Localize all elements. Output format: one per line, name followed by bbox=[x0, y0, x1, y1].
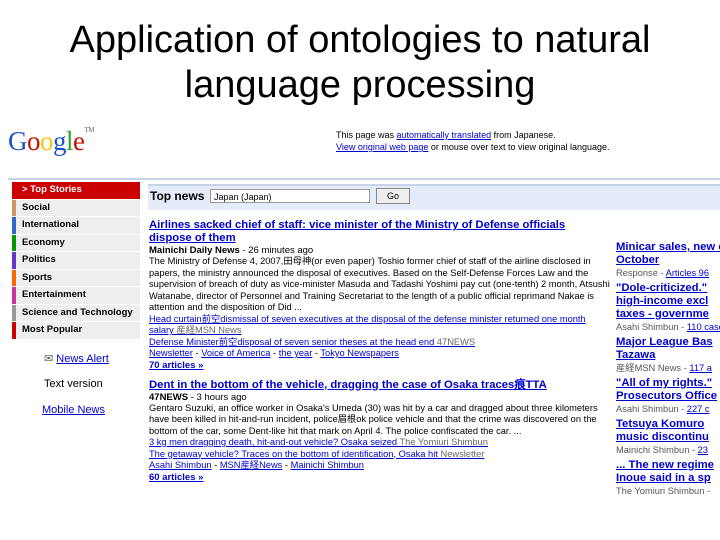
side-source: The Yomiuri Shimbun - bbox=[616, 486, 711, 496]
translation-notice: This page was automatically translated f… bbox=[336, 129, 666, 153]
related-outlet: Newsletter bbox=[437, 448, 485, 459]
google-logo[interactable]: GoogleTM bbox=[8, 126, 94, 157]
source-link[interactable]: Tokyo Newspapers bbox=[320, 348, 399, 358]
article-count-link[interactable]: 60 articles » bbox=[149, 472, 611, 483]
notice-prefix: This page was bbox=[336, 130, 397, 140]
side-headline[interactable]: ... The new regime Inoue said in a sp bbox=[616, 459, 720, 485]
side-source: Asahi Shimbun - bbox=[616, 322, 687, 332]
sidebar-item-international[interactable]: International bbox=[12, 217, 140, 234]
more-sources: Newsletter - Voice of America - the year… bbox=[149, 348, 399, 358]
notice-suffix: from Japanese. bbox=[491, 130, 556, 140]
story-source[interactable]: 47NEWS bbox=[149, 392, 188, 403]
source-link[interactable]: Newsletter bbox=[149, 348, 193, 358]
top-news-bar: Top news Japan (Japan) Go bbox=[148, 184, 720, 210]
related-link[interactable]: 3 kg men dragging death, hit-and-out veh… bbox=[149, 437, 397, 447]
side-headline[interactable]: Major League Bas Tazawa bbox=[616, 336, 720, 362]
side-source: 産経MSN News - bbox=[616, 363, 690, 373]
news-alert-link[interactable]: ✉ News Alert bbox=[44, 352, 109, 365]
related-link[interactable]: Defense Minister前空disposal of seven seni… bbox=[149, 337, 434, 347]
sidebar-item-sports[interactable]: Sports bbox=[12, 269, 140, 286]
story-source[interactable]: Mainichi Daily News bbox=[149, 245, 240, 256]
view-original-link[interactable]: View original web page bbox=[336, 142, 428, 152]
source-link[interactable]: Asahi Shimbun bbox=[149, 460, 212, 470]
news-alert-label: News Alert bbox=[56, 353, 109, 365]
translated-news-screenshot: GoogleTM This page was automatically tra… bbox=[0, 124, 720, 540]
right-column: Minicar sales, new carOctober Response -… bbox=[616, 241, 720, 500]
side-source: Response - bbox=[616, 268, 666, 278]
side-story: "Dole-criticized." high-income excl taxes … bbox=[616, 282, 720, 333]
side-count-link[interactable]: 117 a bbox=[689, 363, 712, 373]
side-count-link[interactable]: 23 bbox=[698, 445, 708, 455]
sidebar-item-social[interactable]: Social bbox=[12, 199, 140, 216]
auto-translated-link[interactable]: automatically translated bbox=[397, 130, 492, 140]
related-outlet: The Yomiuri Shimbun bbox=[397, 437, 488, 447]
story-time: - 26 minutes ago bbox=[239, 245, 314, 256]
side-story: ... The new regime Inoue said in a sp The… bbox=[616, 459, 720, 497]
side-count-link[interactable]: 227 c bbox=[687, 404, 710, 414]
story-snippet: Gentaro Suzuki, an office worker in Osak… bbox=[149, 402, 598, 436]
section-nav: > Top Stories Social International Econo… bbox=[12, 182, 140, 340]
source-link[interactable]: the year bbox=[279, 348, 313, 358]
sidebar-item-top-stories[interactable]: > Top Stories bbox=[12, 182, 140, 199]
side-headline[interactable]: "All of my rights." Prosecutors Office bbox=[616, 377, 720, 403]
more-sources: Asahi Shimbun - MSN産経News - Mainichi Shi… bbox=[149, 460, 364, 470]
story-headline[interactable]: Airlines sacked chief of staff: vice min… bbox=[149, 219, 611, 245]
side-count-link[interactable]: 110 cases bbox=[687, 322, 720, 332]
related-link[interactable]: The getaway vehicle? Traces on the botto… bbox=[149, 449, 438, 459]
side-source: Asahi Shimbun - bbox=[616, 404, 687, 414]
source-link[interactable]: MSN産経News bbox=[220, 460, 283, 470]
side-story: Major League Bas Tazawa 産経MSN News - 117 … bbox=[616, 336, 720, 374]
envelope-icon: ✉ bbox=[44, 353, 54, 365]
slide-title: Application of ontologies to natural lan… bbox=[69, 19, 651, 106]
side-story: Tetsuya Komuro music discontinu Mainichi … bbox=[616, 418, 720, 456]
source-link[interactable]: Mainichi Shimbun bbox=[291, 460, 364, 470]
sidebar-item-most-popular[interactable]: Most Popular bbox=[12, 322, 140, 339]
story-snippet: The Ministry of Defense 4, 2007,田母神(or e… bbox=[149, 256, 610, 312]
text-version-link[interactable]: Text version bbox=[44, 378, 103, 390]
side-story: "All of my rights." Prosecutors Office As… bbox=[616, 377, 720, 415]
go-button[interactable]: Go bbox=[376, 188, 410, 204]
sidebar-item-economy[interactable]: Economy bbox=[12, 234, 140, 251]
side-count-link[interactable]: Articles 96 bbox=[666, 268, 709, 278]
side-headline[interactable]: Tetsuya Komuro music discontinu bbox=[616, 418, 720, 444]
sidebar-item-entertainment[interactable]: Entertainment bbox=[12, 287, 140, 304]
story-item: Dent in the bottom of the vehicle, dragg… bbox=[149, 379, 611, 483]
story-item: Airlines sacked chief of staff: vice min… bbox=[149, 219, 611, 371]
related-outlet: 47NEWS bbox=[434, 336, 476, 347]
mobile-news-link[interactable]: Mobile News bbox=[42, 404, 105, 416]
notice-tail: or mouse over text to view original lang… bbox=[428, 142, 610, 152]
side-headline[interactable]: Minicar sales, new carOctober bbox=[616, 241, 720, 267]
story-list: Airlines sacked chief of staff: vice min… bbox=[149, 219, 611, 491]
sidebar-item-politics[interactable]: Politics bbox=[12, 252, 140, 269]
story-headline[interactable]: Dent in the bottom of the vehicle, dragg… bbox=[149, 379, 611, 392]
edition-select[interactable]: Japan (Japan) bbox=[210, 189, 370, 203]
sidebar-item-science[interactable]: Science and Technology bbox=[12, 304, 140, 321]
story-time: - 3 hours ago bbox=[188, 391, 247, 403]
article-count-link[interactable]: 70 articles » bbox=[149, 360, 611, 371]
related-outlet: 産経MSN News bbox=[173, 325, 242, 335]
side-headline[interactable]: "Dole-criticized." high-income excl taxes … bbox=[616, 282, 720, 321]
source-link[interactable]: Voice of America bbox=[201, 348, 270, 358]
side-source: Mainichi Shimbun - bbox=[616, 445, 698, 455]
side-story: Minicar sales, new carOctober Response -… bbox=[616, 241, 720, 279]
top-news-title: Top news bbox=[150, 189, 205, 203]
header-divider bbox=[8, 178, 720, 180]
